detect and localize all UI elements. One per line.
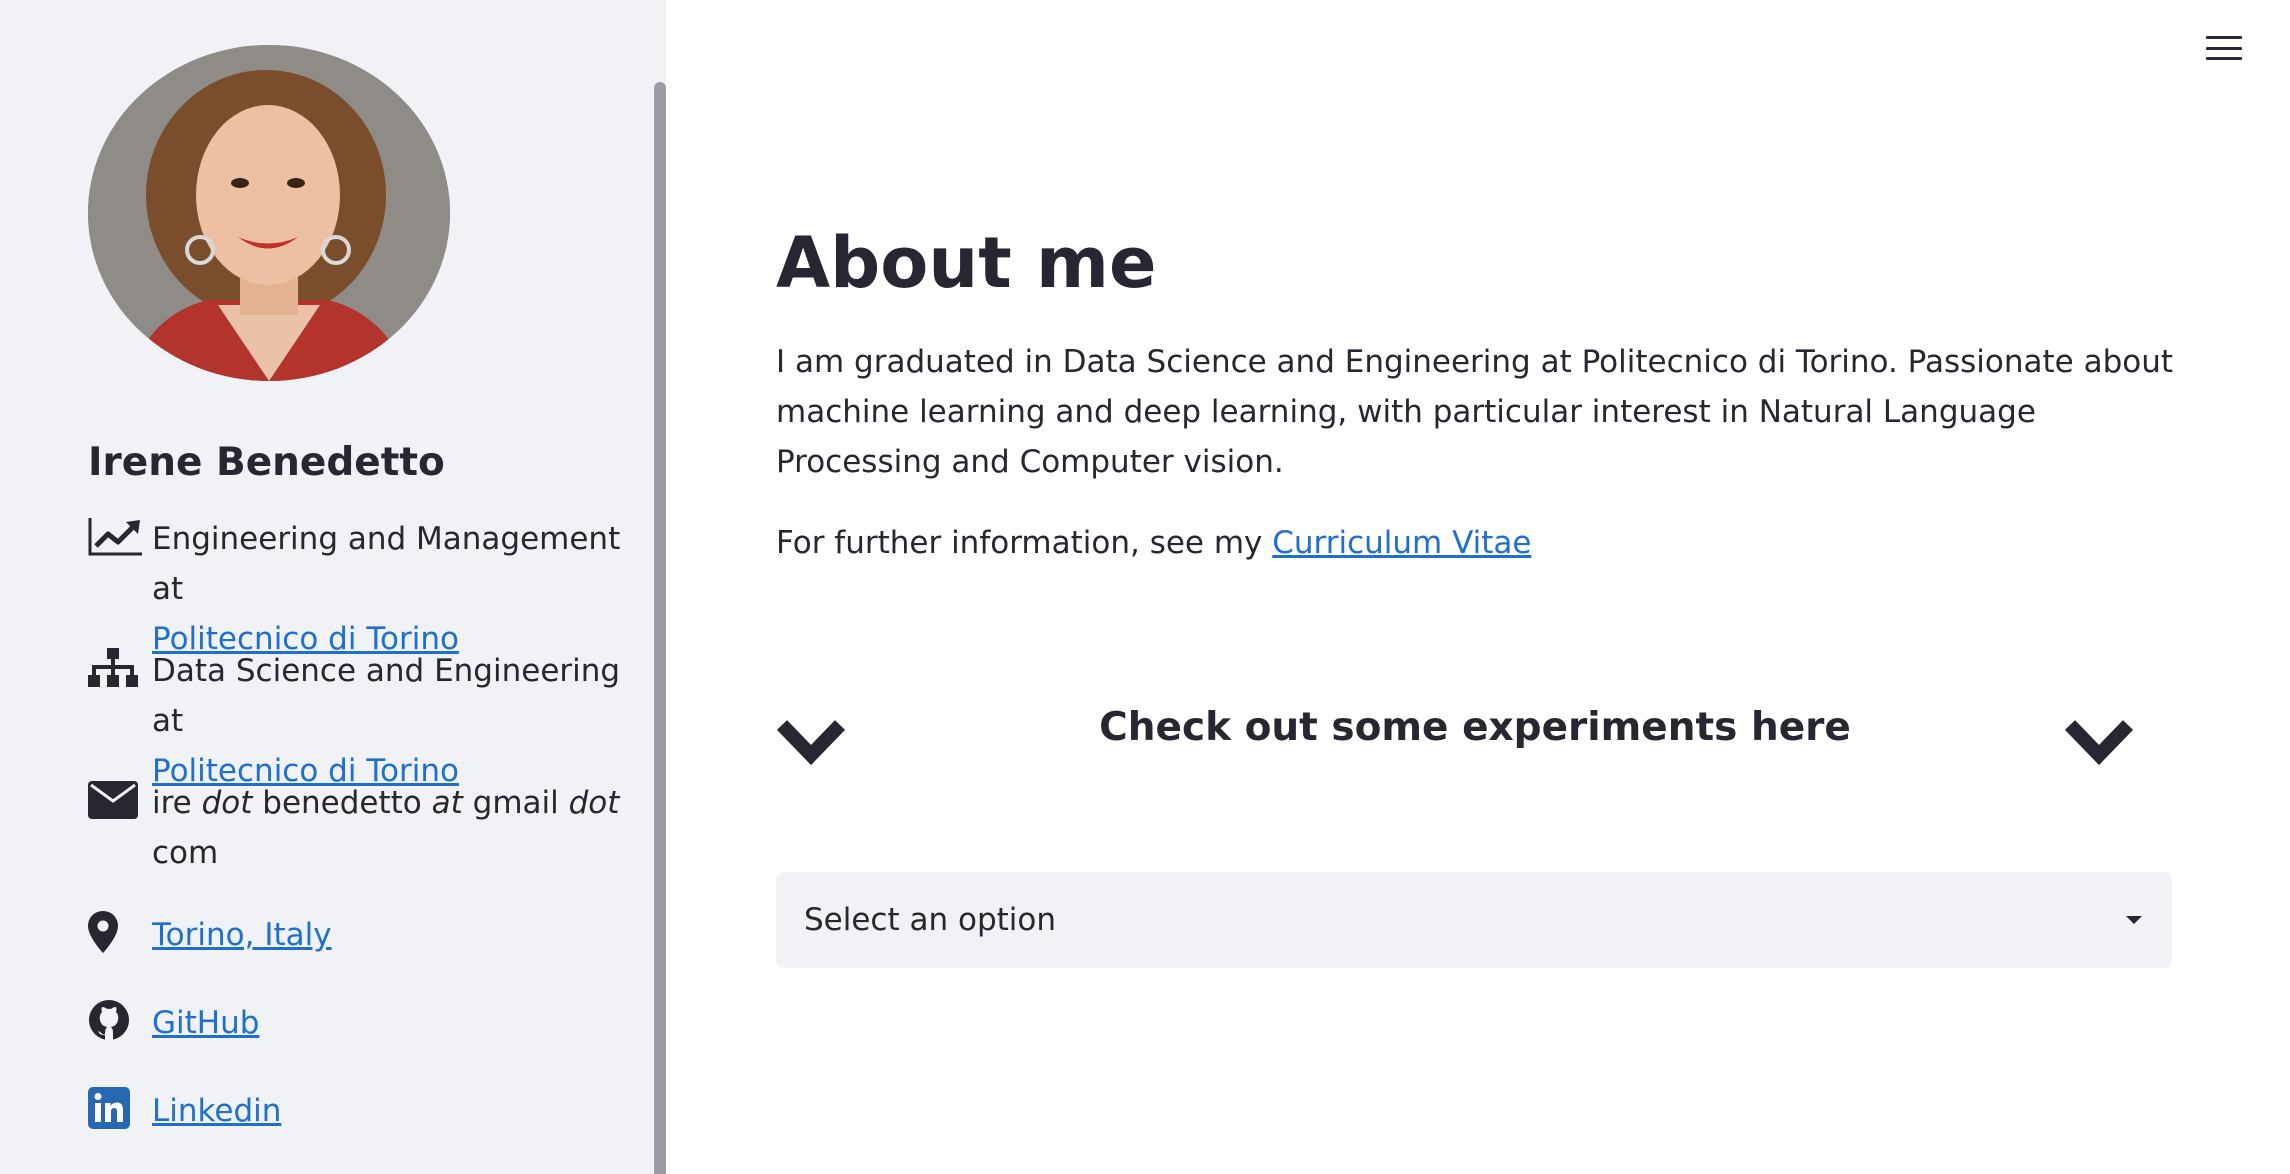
linkedin-link[interactable]: Linkedin [152, 1093, 281, 1129]
hamburger-menu-icon[interactable] [2206, 30, 2242, 66]
info-text: Engineering and Management at [152, 521, 621, 607]
linkedin-icon [88, 1086, 144, 1130]
experiment-select[interactable]: Select an option [776, 872, 2172, 968]
info-item-location: Torino, Italy [88, 910, 648, 960]
email-text: ire dot benedetto at gmail dot com [152, 785, 620, 871]
info-text: Data Science and Engineering at [152, 653, 621, 739]
info-item-education-data-science: Data Science and Engineering at Politecn… [88, 646, 648, 796]
info-item-email: ire dot benedetto at gmail dot com [88, 778, 648, 878]
map-marker-icon [88, 910, 144, 954]
chevron-down-icon-right [2064, 715, 2134, 767]
select-value: Select an option [804, 902, 1057, 938]
github-icon [88, 998, 144, 1042]
info-item-github: GitHub [88, 998, 648, 1048]
sidebar-scrollbar[interactable] [654, 82, 666, 1174]
avatar [88, 45, 450, 381]
cv-paragraph: For further information, see my Curricul… [776, 525, 1532, 561]
info-item-education-management: Engineering and Management at Politecnic… [88, 514, 648, 664]
profile-name: Irene Benedetto [88, 440, 445, 485]
sitemap-icon [88, 646, 144, 690]
info-item-linkedin: Linkedin [88, 1086, 648, 1136]
caret-down-icon [2126, 916, 2142, 924]
sidebar: Irene Benedetto Engineering and Manageme… [0, 0, 666, 1174]
chevron-down-icon [776, 715, 846, 767]
page-title: About me [776, 222, 1157, 304]
github-link[interactable]: GitHub [152, 1005, 259, 1041]
about-paragraph: I am graduated in Data Science and Engin… [776, 344, 2174, 480]
envelope-icon [88, 778, 144, 822]
app: Irene Benedetto Engineering and Manageme… [0, 0, 2290, 1174]
curriculum-vitae-link[interactable]: Curriculum Vitae [1272, 525, 1531, 561]
chart-line-icon [88, 514, 144, 558]
experiments-heading: Check out some experiments here [1099, 705, 1851, 750]
location-link[interactable]: Torino, Italy [152, 917, 332, 953]
